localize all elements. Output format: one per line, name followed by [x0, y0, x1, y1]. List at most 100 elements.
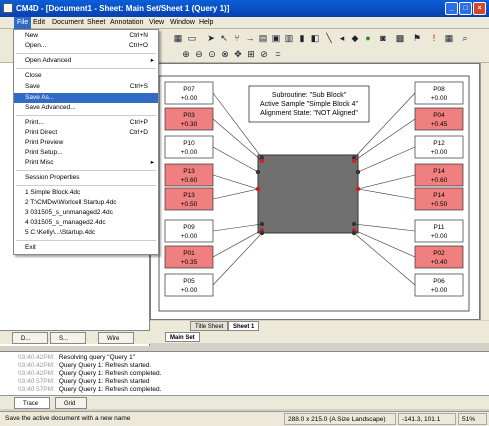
point-callout-p12[interactable]: P12 +0.00	[414, 135, 464, 159]
menu-item-print-misc[interactable]: Print Misc ▸	[14, 158, 158, 168]
log-tabs: Trace Grid	[0, 395, 489, 409]
info-subroutine: Subroutine: "Sub Block"	[272, 92, 347, 99]
point-deviation: +0.00	[181, 149, 198, 156]
pointer-icon[interactable]: ➤	[205, 32, 217, 44]
menu-edit[interactable]: Edit	[30, 17, 48, 29]
menu-item-print-setup[interactable]: Print Setup...	[14, 148, 158, 158]
zoom-out-icon[interactable]: ⊖	[193, 48, 205, 60]
grid-icon[interactable]: ▦	[172, 32, 184, 44]
sidebar-tabs: D... S... Wire	[0, 330, 150, 344]
layout-icon[interactable]: ▦	[443, 32, 455, 44]
pan-icon[interactable]: ✥	[232, 48, 244, 60]
log-line: 03:40:42PM: Query Query 1: Refresh comple…	[18, 370, 162, 377]
menu-sheet[interactable]: Sheet	[84, 17, 108, 29]
arrow-icon[interactable]: →	[244, 32, 256, 44]
circle-icon[interactable]: ●	[362, 32, 374, 44]
point-callout-p05[interactable]: P05 +0.00	[164, 273, 214, 297]
menu-item-print[interactable]: Print... Ctrl+P	[14, 118, 158, 128]
pointer-plus-icon[interactable]: ↖	[218, 32, 230, 44]
point-id: P03	[183, 112, 195, 119]
maximize-button[interactable]: □	[459, 2, 472, 15]
menu-item-session-properties[interactable]: Session Properties	[14, 173, 158, 183]
line-icon[interactable]: ╲	[323, 32, 335, 44]
point-callout-p09[interactable]: P09 +0.00	[164, 219, 214, 243]
point-callout-p08[interactable]: P08 +0.00	[414, 81, 464, 105]
menu-item-recent-2[interactable]: 2 T:\CMDw\Worlcell Startup.4dc	[14, 198, 158, 208]
search-icon[interactable]: ⌕	[459, 32, 471, 44]
log-tab-trace[interactable]: Trace	[14, 397, 50, 409]
menu-document[interactable]: Document	[49, 17, 87, 29]
menu-file[interactable]: File	[14, 17, 32, 29]
menu-help[interactable]: Help	[196, 17, 216, 29]
point-callout-p02[interactable]: P02 +0.40	[414, 245, 464, 269]
image-icon[interactable]: ▣	[270, 32, 282, 44]
close-button[interactable]: ×	[473, 2, 486, 15]
trace-log: 03:40:42PM: Resolving query "Query 1" 03:…	[0, 351, 489, 395]
tab-title-sheet[interactable]: Title Sheet	[190, 321, 229, 331]
flag-icon[interactable]: ⚑	[411, 32, 423, 44]
point-callout-p03[interactable]: P03 +0.30	[164, 107, 214, 131]
menu-item-open[interactable]: Open... Ctrl+O	[14, 41, 158, 51]
menu-item-print-preview[interactable]: Print Preview	[14, 138, 158, 148]
window-icon[interactable]: ▭	[186, 32, 198, 44]
log-tab-grid[interactable]: Grid	[55, 397, 87, 409]
menu-item-save[interactable]: Save Ctrl+S	[14, 82, 158, 92]
vertical-scrollbar[interactable]	[480, 63, 489, 320]
point-id: P01	[183, 250, 195, 257]
menu-view[interactable]: View	[146, 17, 167, 29]
point-callout-p14[interactable]: P14 +0.60	[414, 163, 464, 187]
menu-item-close[interactable]: Close	[14, 71, 158, 81]
camera-icon[interactable]: ◙	[377, 32, 389, 44]
arrow-left-icon[interactable]: ◂	[336, 32, 348, 44]
point-callout-p11[interactable]: P11 +0.00	[414, 219, 464, 243]
menu-item-print-direct[interactable]: Print Direct Ctrl+D	[14, 128, 158, 138]
point-callout-p04[interactable]: P04 +0.45	[414, 107, 464, 131]
table-icon[interactable]: ▤	[257, 32, 269, 44]
cube-icon[interactable]: ◧	[309, 32, 321, 44]
zoom-in-icon[interactable]: ⊕	[180, 48, 192, 60]
zoom-fit-icon[interactable]: ⊗	[219, 48, 231, 60]
menu-item-exit[interactable]: Exit	[14, 243, 158, 253]
drawing-canvas[interactable]: Subroutine: "Sub Block" Active Sample "S…	[150, 63, 480, 320]
point-callout-p01[interactable]: P01 +0.35	[164, 245, 214, 269]
car-icon[interactable]: ◆	[349, 32, 361, 44]
fork-icon[interactable]: ⑂	[231, 32, 243, 44]
point-callout-p10[interactable]: P10 +0.00	[164, 135, 214, 159]
menu-item-recent-5[interactable]: 5 C:\Kelly\...\Startup.4dc	[14, 228, 158, 238]
sidebar-tab-d[interactable]: D...	[12, 332, 48, 344]
point-callout-p13[interactable]: P13 +0.60	[164, 163, 214, 187]
tab-main-set[interactable]: Main Set	[165, 332, 200, 342]
zoom-prev-icon[interactable]: ⊘	[258, 48, 270, 60]
menu-separator	[16, 68, 156, 69]
point-callout-p06[interactable]: P06 +0.00	[414, 273, 464, 297]
histogram-icon[interactable]: ▮	[296, 32, 308, 44]
point-deviation: +0.50	[181, 201, 198, 208]
point-deviation: +0.35	[181, 259, 198, 266]
point-marker	[355, 169, 361, 175]
zoom-window-icon[interactable]: ⊙	[206, 48, 218, 60]
sidebar-tab-wire[interactable]: Wire	[98, 332, 134, 344]
palette-icon[interactable]: ▩	[394, 32, 406, 44]
point-callout-p07[interactable]: P07 +0.00	[164, 81, 214, 105]
equal-icon[interactable]: =	[272, 48, 284, 60]
menu-item-save-as[interactable]: Save As...	[14, 93, 158, 103]
sidebar-tab-s[interactable]: S...	[50, 332, 86, 344]
menu-item-recent-1[interactable]: 1 Simple Block.4dc	[14, 188, 158, 198]
minimize-button[interactable]: _	[445, 2, 458, 15]
menu-separator	[16, 185, 156, 186]
menu-annotation[interactable]: Annotation	[107, 17, 146, 29]
menu-window[interactable]: Window	[167, 17, 198, 29]
part-block[interactable]	[257, 154, 359, 234]
point-callout-p13[interactable]: P13 +0.50	[164, 187, 214, 211]
point-callout-p14[interactable]: P14 +0.50	[414, 187, 464, 211]
menu-item-open-advanced[interactable]: Open Advanced ▸	[14, 56, 158, 66]
alert-icon[interactable]: !	[428, 32, 440, 44]
zoom-extents-icon[interactable]: ⊞	[245, 48, 257, 60]
menu-item-recent-4[interactable]: 4 031505_s_managed2.4dc	[14, 218, 158, 228]
chart-icon[interactable]: ▥	[283, 32, 295, 44]
menu-item-save-advanced[interactable]: Save Advanced...	[14, 103, 158, 113]
tab-sheet-1[interactable]: Sheet 1	[228, 321, 260, 331]
log-line: 03:40:42PM: Query Query 1: Refresh starte…	[18, 362, 152, 369]
menu-item-recent-3[interactable]: 3 031505_s_unmanaged2.4dc	[14, 208, 158, 218]
menu-item-new[interactable]: New Ctrl+N	[14, 31, 158, 41]
